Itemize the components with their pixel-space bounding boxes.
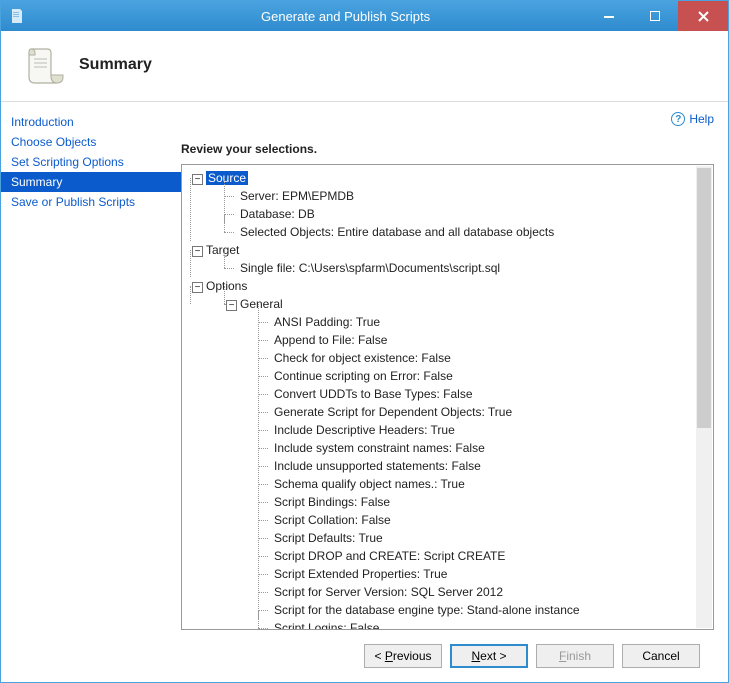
expand-toggle[interactable]: − bbox=[226, 300, 237, 311]
tree-leaf[interactable]: Script DROP and CREATE: Script CREATE bbox=[274, 549, 505, 563]
wizard-sidebar: IntroductionChoose ObjectsSet Scripting … bbox=[1, 102, 181, 682]
tree-leaf[interactable]: Script Defaults: True bbox=[274, 531, 383, 545]
sidebar-item-choose-objects[interactable]: Choose Objects bbox=[1, 132, 181, 152]
tree-leaf[interactable]: Script for Server Version: SQL Server 20… bbox=[274, 585, 503, 599]
review-label: Review your selections. bbox=[181, 142, 714, 156]
tree-leaf[interactable]: Generate Script for Dependent Objects: T… bbox=[274, 405, 512, 419]
tree-leaf[interactable]: Selected Objects: Entire database and al… bbox=[240, 225, 554, 239]
tree-leaf[interactable]: Schema qualify object names.: True bbox=[274, 477, 465, 491]
tree-leaf[interactable]: Check for object existence: False bbox=[274, 351, 451, 365]
titlebar: Generate and Publish Scripts bbox=[1, 1, 728, 31]
tree-leaf[interactable]: ANSI Padding: True bbox=[274, 315, 380, 329]
sidebar-item-summary[interactable]: Summary bbox=[1, 172, 181, 192]
sidebar-item-save-or-publish-scripts[interactable]: Save or Publish Scripts bbox=[1, 192, 181, 212]
expand-toggle[interactable]: − bbox=[192, 174, 203, 185]
next-button[interactable]: Next > bbox=[450, 644, 528, 668]
page-title: Summary bbox=[79, 56, 152, 74]
cancel-button[interactable]: Cancel bbox=[622, 644, 700, 668]
sidebar-item-set-scripting-options[interactable]: Set Scripting Options bbox=[1, 152, 181, 172]
tree-leaf[interactable]: Script Collation: False bbox=[274, 513, 391, 527]
maximize-button[interactable] bbox=[632, 1, 678, 31]
tree-leaf[interactable]: Include Descriptive Headers: True bbox=[274, 423, 455, 437]
tree-node-source[interactable]: Source bbox=[206, 171, 248, 185]
scrollbar[interactable] bbox=[696, 166, 712, 628]
minimize-button[interactable] bbox=[586, 1, 632, 31]
tree-node-target[interactable]: Target bbox=[206, 243, 239, 257]
sidebar-item-introduction[interactable]: Introduction bbox=[1, 112, 181, 132]
tree-leaf[interactable]: Script Extended Properties: True bbox=[274, 567, 447, 581]
tree-leaf[interactable]: Include system constraint names: False bbox=[274, 441, 485, 455]
summary-tree[interactable]: −Source Server: EPM\EPMDB Database: DB S… bbox=[181, 164, 714, 630]
help-icon: ? bbox=[671, 112, 685, 126]
tree-node-options[interactable]: Options bbox=[206, 279, 247, 293]
expand-toggle[interactable]: − bbox=[192, 246, 203, 257]
finish-button: Finish bbox=[536, 644, 614, 668]
tree-leaf[interactable]: Convert UDDTs to Base Types: False bbox=[274, 387, 473, 401]
previous-button[interactable]: < PPreviousrevious bbox=[364, 644, 442, 668]
scrollbar-thumb[interactable] bbox=[697, 168, 711, 428]
app-icon bbox=[9, 8, 25, 24]
wizard-footer: < PPreviousrevious Next > Finish Cancel bbox=[181, 630, 714, 682]
tree-leaf[interactable]: Script Logins: False bbox=[274, 621, 379, 630]
tree-leaf[interactable]: Server: EPM\EPMDB bbox=[240, 189, 354, 203]
tree-leaf[interactable]: Continue scripting on Error: False bbox=[274, 369, 453, 383]
tree-leaf[interactable]: Append to File: False bbox=[274, 333, 387, 347]
tree-leaf[interactable]: Single file: C:\Users\spfarm\Documents\s… bbox=[240, 261, 500, 275]
tree-leaf[interactable]: Script for the database engine type: Sta… bbox=[274, 603, 580, 617]
tree-leaf[interactable]: Database: DB bbox=[240, 207, 315, 221]
script-icon bbox=[21, 43, 65, 87]
tree-node-general[interactable]: General bbox=[240, 297, 283, 311]
tree-leaf[interactable]: Include unsupported statements: False bbox=[274, 459, 481, 473]
window-title: Generate and Publish Scripts bbox=[31, 9, 430, 24]
expand-toggle[interactable]: − bbox=[192, 282, 203, 293]
tree-leaf[interactable]: Script Bindings: False bbox=[274, 495, 390, 509]
wizard-header: Summary bbox=[1, 31, 728, 102]
help-link[interactable]: ? Help bbox=[671, 112, 714, 126]
help-label: Help bbox=[689, 112, 714, 126]
close-button[interactable] bbox=[678, 1, 728, 31]
